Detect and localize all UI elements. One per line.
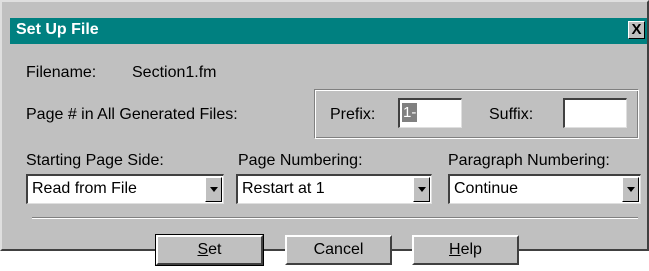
set-button[interactable]: Set bbox=[155, 234, 264, 266]
help-label-rest: elp bbox=[460, 241, 482, 258]
prefix-input[interactable]: 1- bbox=[398, 98, 462, 128]
suffix-label: Suffix: bbox=[489, 106, 534, 123]
filename-label: Filename: bbox=[26, 64, 97, 81]
cancel-label: Cancel bbox=[313, 241, 364, 258]
starting-page-side-select[interactable]: Read from File bbox=[26, 174, 224, 204]
page-numbering-value: Restart at 1 bbox=[242, 180, 325, 197]
set-label-rest: et bbox=[208, 241, 222, 258]
starting-page-side-value: Read from File bbox=[32, 180, 137, 197]
title-bar: Set Up File X bbox=[10, 18, 647, 44]
page-numbering-label: Page Numbering: bbox=[238, 152, 363, 169]
filename-value: Section1.fm bbox=[132, 64, 217, 81]
divider bbox=[32, 217, 638, 219]
suffix-input[interactable] bbox=[563, 98, 627, 128]
paragraph-numbering-select[interactable]: Continue bbox=[448, 174, 641, 204]
page-number-label: Page # in All Generated Files: bbox=[26, 106, 238, 123]
prefix-value: 1- bbox=[402, 103, 418, 122]
set-mnemonic: S bbox=[197, 241, 209, 258]
close-icon[interactable]: X bbox=[628, 21, 645, 39]
page-numbering-select[interactable]: Restart at 1 bbox=[236, 174, 432, 204]
prefix-label: Prefix: bbox=[330, 106, 376, 123]
paragraph-numbering-label: Paragraph Numbering: bbox=[448, 152, 610, 169]
set-up-file-dialog: Set Up File X Filename: Section1.fm Page… bbox=[0, 0, 649, 266]
chevron-down-icon[interactable] bbox=[413, 177, 430, 202]
cancel-button[interactable]: Cancel bbox=[285, 235, 392, 265]
dialog-title: Set Up File bbox=[16, 21, 99, 38]
chevron-down-icon[interactable] bbox=[205, 177, 222, 202]
paragraph-numbering-value: Continue bbox=[454, 180, 519, 197]
starting-page-side-label: Starting Page Side: bbox=[26, 152, 164, 169]
help-mnemonic: H bbox=[449, 241, 461, 258]
help-button[interactable]: Help bbox=[412, 235, 519, 265]
chevron-down-icon[interactable] bbox=[622, 177, 639, 202]
